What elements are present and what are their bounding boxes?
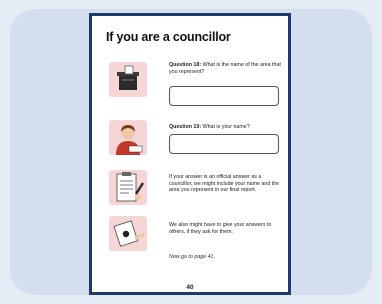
page-title: If you are a councillor xyxy=(106,30,231,44)
question-19-prompt: What is your name? xyxy=(201,124,250,130)
page-number: 40 xyxy=(186,284,194,291)
ballot-box-icon xyxy=(109,62,147,97)
note-official-answer: If your answer is an official answer as … xyxy=(169,174,280,194)
report-document-icon xyxy=(109,170,147,205)
document-page: If you are a councillor Question 18: Wha… xyxy=(89,13,291,295)
councillor-person-icon xyxy=(109,120,147,155)
share-handout-icon xyxy=(109,216,147,251)
question-19-answer-box[interactable] xyxy=(169,134,279,154)
question-18-text: Question 18: What is the name of the are… xyxy=(169,62,281,75)
go-to-page-link[interactable]: Now go to page 41. xyxy=(169,254,215,260)
question-18-answer-box[interactable] xyxy=(169,86,279,106)
note-share-answers: We also might have to give your answers … xyxy=(169,222,272,235)
question-19-text: Question 19: What is your name? xyxy=(169,124,281,131)
question-18-label: Question 18: xyxy=(169,62,202,68)
question-19-label: Question 19: xyxy=(169,124,202,130)
